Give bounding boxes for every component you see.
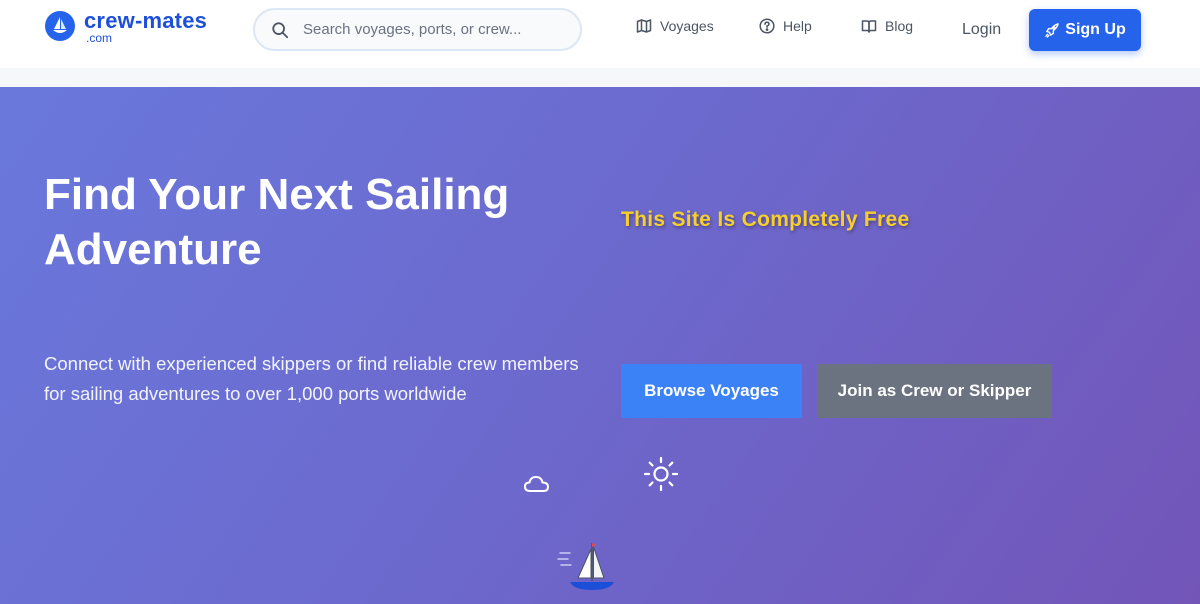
hero-subtitle: Connect with experienced skippers or fin… — [44, 353, 579, 404]
sailboat-icon — [557, 543, 614, 590]
nav-voyages-link[interactable]: Voyages — [636, 18, 714, 34]
browse-voyages-button[interactable]: Browse Voyages — [621, 364, 802, 418]
question-circle-icon — [759, 18, 775, 34]
brand-name: crew-mates — [84, 8, 208, 33]
search-icon — [272, 21, 289, 38]
site-header: crew-mates .com Voyages Help Blog — [0, 0, 1200, 68]
map-icon — [636, 19, 652, 33]
nav-blog-label: Blog — [885, 18, 914, 34]
hero-title: Find Your Next Sailing Adventure — [44, 170, 510, 274]
nav-blog-link[interactable]: Blog — [861, 18, 913, 34]
nav-help-label: Help — [783, 18, 812, 34]
search-bar — [253, 8, 582, 51]
login-link[interactable]: Login — [962, 21, 1001, 39]
join-crew-skipper-button[interactable]: Join as Crew or Skipper — [817, 364, 1052, 418]
hero-section: Find Your Next Sailing Adventure This Si… — [0, 87, 1200, 604]
search-input[interactable] — [303, 21, 563, 38]
sign-up-label: Sign Up — [1065, 21, 1126, 38]
cloud-icon — [524, 476, 549, 492]
brand-logo[interactable]: crew-mates .com — [44, 10, 207, 44]
sign-up-button[interactable]: Sign Up — [1029, 9, 1141, 51]
brand-tld: .com — [86, 31, 113, 45]
nav-help-link[interactable]: Help — [759, 18, 812, 34]
book-icon — [861, 20, 877, 33]
header-divider-strip — [0, 68, 1200, 87]
sun-icon — [643, 456, 679, 492]
sailboat-logo-icon — [45, 11, 75, 41]
free-site-note: This Site Is Completely Free — [621, 208, 910, 231]
nav-voyages-label: Voyages — [660, 18, 714, 34]
rocket-icon — [1045, 22, 1060, 38]
